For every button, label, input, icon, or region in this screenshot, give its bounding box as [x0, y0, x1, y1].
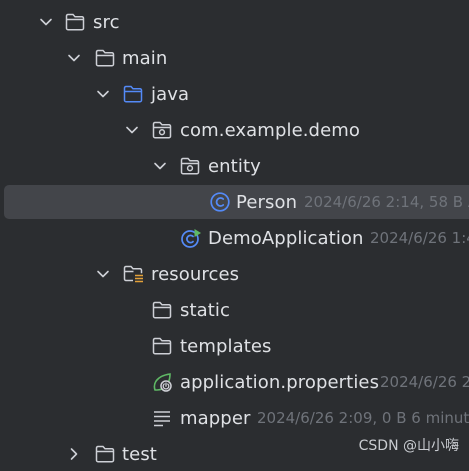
- tree-node-mapper[interactable]: mapper 2024/6/26 2:09, 0 B 6 minute: [0, 401, 469, 435]
- tree-node-person-selected[interactable]: Person 2024/6/26 2:14, 58 B A: [4, 185, 469, 219]
- tree-node-main[interactable]: main: [0, 41, 469, 75]
- tree-node-package-com-example-demo[interactable]: com.example.demo: [0, 113, 469, 147]
- resources-folder-icon: [122, 263, 144, 285]
- folder-icon: [151, 299, 173, 321]
- tree-node-java[interactable]: java: [0, 77, 469, 111]
- tree-node-label: entity: [208, 155, 261, 177]
- package-icon: [179, 155, 201, 177]
- folder-icon: [94, 443, 116, 465]
- chevron-down-icon[interactable]: [94, 265, 112, 283]
- csdn-watermark: CSDN @山小嗨: [358, 438, 459, 454]
- tree-node-src[interactable]: src: [0, 5, 469, 39]
- folder-icon: [151, 335, 173, 357]
- chevron-down-icon[interactable]: [94, 85, 112, 103]
- file-metadata: 2024/6/26 2:14, 58 B A: [304, 193, 469, 211]
- tree-node-application-properties[interactable]: application.properties 2024/6/26 2: [0, 365, 469, 399]
- tree-node-label: test: [122, 443, 157, 465]
- file-metadata: 2024/6/26 2:09, 0 B 6 minute: [257, 409, 469, 427]
- spring-properties-icon: [151, 371, 173, 393]
- tree-node-static[interactable]: static: [0, 293, 469, 327]
- tree-node-package-entity[interactable]: entity: [0, 149, 469, 183]
- chevron-down-icon[interactable]: [65, 49, 83, 67]
- tree-node-demoapplication[interactable]: DemoApplication 2024/6/26 1:4: [0, 221, 469, 255]
- chevron-down-icon[interactable]: [37, 13, 55, 31]
- tree-node-label: resources: [151, 263, 240, 285]
- tree-node-label: static: [180, 299, 231, 321]
- tree-node-label: main: [122, 47, 168, 69]
- spring-boot-class-icon: [180, 227, 202, 249]
- chevron-right-icon[interactable]: [65, 445, 83, 463]
- chevron-down-icon[interactable]: [151, 157, 169, 175]
- project-tree: src main java com.example.demo entity Pe…: [0, 0, 469, 465]
- tree-node-label: application.properties: [180, 371, 380, 393]
- tree-node-label: src: [93, 11, 120, 33]
- java-class-icon: [209, 191, 231, 213]
- folder-icon: [94, 47, 116, 69]
- tree-node-label: templates: [180, 335, 272, 357]
- file-metadata: 2024/6/26 1:4: [370, 229, 469, 247]
- source-root-folder-icon: [122, 83, 144, 105]
- tree-node-label: com.example.demo: [180, 119, 361, 141]
- text-file-icon: [151, 407, 173, 429]
- tree-node-label: mapper: [180, 407, 251, 429]
- tree-node-label: Person: [236, 191, 298, 213]
- package-icon: [151, 119, 173, 141]
- file-metadata: 2024/6/26 2: [380, 373, 469, 391]
- tree-node-templates[interactable]: templates: [0, 329, 469, 363]
- folder-icon: [64, 11, 86, 33]
- tree-node-label: DemoApplication: [208, 227, 364, 249]
- tree-node-resources[interactable]: resources: [0, 257, 469, 291]
- tree-node-label: java: [151, 83, 190, 105]
- chevron-down-icon[interactable]: [123, 121, 141, 139]
